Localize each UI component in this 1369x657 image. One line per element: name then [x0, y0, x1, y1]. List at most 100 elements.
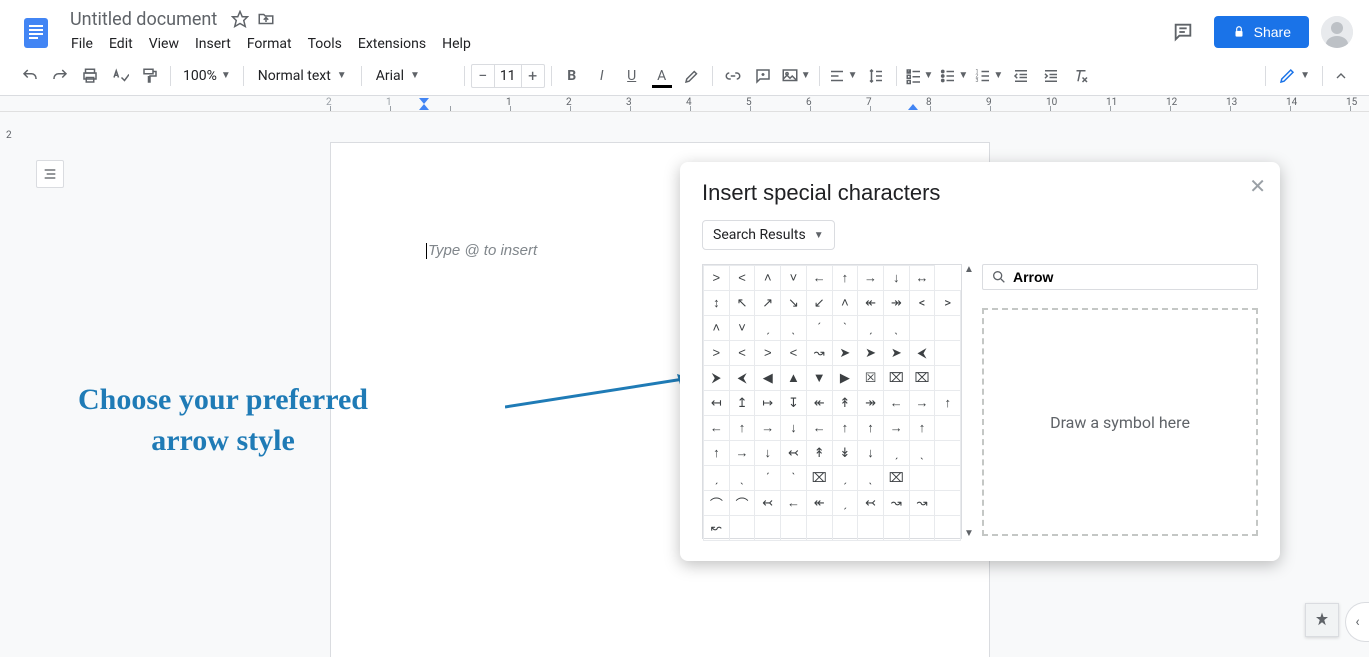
highlight-button[interactable]: [678, 62, 706, 90]
star-icon[interactable]: [231, 10, 249, 28]
redo-button[interactable]: [46, 62, 74, 90]
checklist-button[interactable]: ▼: [903, 62, 936, 90]
character-cell[interactable]: ↧: [781, 391, 807, 416]
text-color-button[interactable]: A: [648, 62, 676, 90]
character-cell[interactable]: ◀: [755, 366, 781, 391]
font-size-decrease[interactable]: −: [472, 65, 494, 87]
character-cell[interactable]: ˎ: [909, 441, 935, 466]
character-cell[interactable]: ˅: [729, 316, 755, 341]
editing-mode-button[interactable]: ▼: [1272, 67, 1316, 85]
character-cell[interactable]: ˃: [704, 266, 730, 291]
draw-area[interactable]: Draw a symbol here: [982, 308, 1258, 536]
character-cell[interactable]: ⌧: [883, 466, 909, 491]
menu-edit[interactable]: Edit: [102, 32, 140, 56]
character-cell[interactable]: ˎ: [781, 316, 807, 341]
character-cell[interactable]: ˏ: [832, 466, 858, 491]
character-cell[interactable]: ↜: [704, 516, 730, 541]
character-cell[interactable]: ⌧: [883, 366, 909, 391]
character-cell[interactable]: →: [883, 416, 909, 441]
character-cell[interactable]: ↢: [781, 441, 807, 466]
character-cell[interactable]: ↙: [806, 291, 832, 316]
bulleted-list-button[interactable]: ▼: [937, 62, 970, 90]
character-cell[interactable]: [755, 516, 781, 541]
character-cell[interactable]: ↝: [909, 491, 935, 516]
decrease-indent-button[interactable]: [1007, 62, 1035, 90]
character-cell[interactable]: ↠: [858, 391, 884, 416]
close-button[interactable]: ✕: [1249, 174, 1266, 198]
character-cell[interactable]: ˄: [704, 316, 730, 341]
character-cell[interactable]: ↑: [858, 416, 884, 441]
character-cell[interactable]: →: [729, 441, 755, 466]
right-indent-marker[interactable]: [908, 98, 918, 110]
character-cell[interactable]: ↓: [755, 441, 781, 466]
print-button[interactable]: [76, 62, 104, 90]
character-cell[interactable]: ↘: [781, 291, 807, 316]
character-cell[interactable]: ˋ: [832, 316, 858, 341]
character-cell[interactable]: ←: [806, 266, 832, 291]
menu-format[interactable]: Format: [240, 32, 299, 56]
character-cell[interactable]: ▶: [832, 366, 858, 391]
share-button[interactable]: Share: [1214, 16, 1309, 48]
character-cell[interactable]: ↑: [832, 266, 858, 291]
character-cell[interactable]: ←: [883, 391, 909, 416]
character-cell[interactable]: ⮞: [704, 366, 730, 391]
character-cell[interactable]: ˅: [781, 266, 807, 291]
menu-file[interactable]: File: [64, 32, 100, 56]
scroll-down-icon[interactable]: ▼: [964, 528, 974, 539]
account-avatar[interactable]: [1321, 16, 1353, 48]
character-cell[interactable]: ←: [781, 491, 807, 516]
character-cell[interactable]: [935, 366, 961, 391]
character-cell[interactable]: [858, 516, 884, 541]
character-cell[interactable]: ˊ: [755, 466, 781, 491]
line-spacing-button[interactable]: [862, 62, 890, 90]
character-cell[interactable]: ⮜: [729, 366, 755, 391]
character-cell[interactable]: ▼: [806, 366, 832, 391]
move-to-folder-icon[interactable]: [257, 10, 275, 28]
spellcheck-button[interactable]: [106, 62, 134, 90]
character-cell[interactable]: ⌒: [729, 491, 755, 516]
menu-help[interactable]: Help: [435, 32, 478, 56]
numbered-list-button[interactable]: 123▼: [972, 62, 1005, 90]
docs-logo[interactable]: [16, 12, 56, 52]
zoom-dropdown[interactable]: 100%▼: [177, 68, 237, 84]
character-cell[interactable]: ↑: [729, 416, 755, 441]
menu-tools[interactable]: Tools: [301, 32, 349, 56]
character-cell[interactable]: ˏ: [832, 491, 858, 516]
side-panel-toggle[interactable]: ‹: [1345, 602, 1369, 642]
character-cell[interactable]: ⌧: [806, 466, 832, 491]
character-cell[interactable]: ↢: [858, 491, 884, 516]
character-cell[interactable]: [781, 516, 807, 541]
character-cell[interactable]: →: [858, 266, 884, 291]
character-cell[interactable]: ˎ: [729, 466, 755, 491]
paint-format-button[interactable]: [136, 62, 164, 90]
character-cell[interactable]: ˊ: [806, 316, 832, 341]
character-cell[interactable]: [935, 441, 961, 466]
grid-scrollbar[interactable]: ▲ ▼: [962, 264, 976, 539]
clear-formatting-button[interactable]: [1067, 62, 1095, 90]
horizontal-ruler[interactable]: 21123456789101112131415: [0, 96, 1369, 112]
character-cell[interactable]: [909, 466, 935, 491]
doc-title[interactable]: Untitled document: [64, 7, 223, 32]
collapse-toolbar-button[interactable]: [1329, 64, 1353, 88]
character-cell[interactable]: ↞: [858, 291, 884, 316]
increase-indent-button[interactable]: [1037, 62, 1065, 90]
bold-button[interactable]: B: [558, 62, 586, 90]
character-cell[interactable]: [935, 416, 961, 441]
character-cell[interactable]: >: [935, 291, 961, 316]
character-cell[interactable]: [935, 341, 961, 366]
character-cell[interactable]: ↤: [704, 391, 730, 416]
font-family-dropdown[interactable]: Arial▼: [368, 68, 458, 84]
font-size-value[interactable]: 11: [494, 65, 522, 87]
character-cell[interactable]: [935, 491, 961, 516]
explore-button[interactable]: [1305, 603, 1339, 637]
character-cell[interactable]: ˏ: [755, 316, 781, 341]
character-cell[interactable]: ↝: [883, 491, 909, 516]
character-cell[interactable]: ↡: [832, 441, 858, 466]
character-cell[interactable]: →: [755, 416, 781, 441]
character-cell[interactable]: ↦: [755, 391, 781, 416]
character-cell[interactable]: ↟: [832, 391, 858, 416]
character-cell[interactable]: [935, 466, 961, 491]
character-cell[interactable]: ↖: [729, 291, 755, 316]
undo-button[interactable]: [16, 62, 44, 90]
character-cell[interactable]: ˏ: [858, 316, 884, 341]
